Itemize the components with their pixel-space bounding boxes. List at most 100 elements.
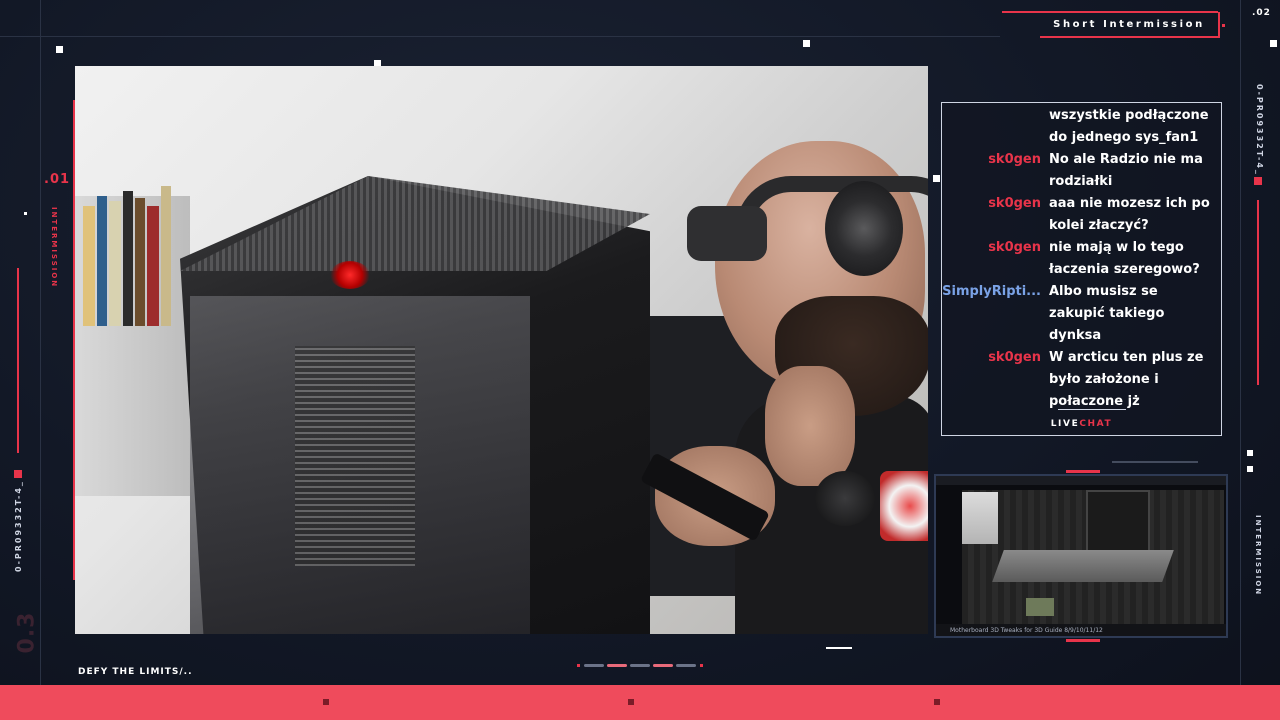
chat-message: wszystkie podłączone (942, 105, 1221, 126)
screen-capture-caption: Motherboard 3D Tweaks for 3D Guide 8/9/1… (950, 627, 1103, 634)
chat-messages: SimplyRipti...Ja mam 4 wiatrakiwszystkie… (942, 103, 1221, 413)
decor-dot (803, 40, 810, 47)
left-vertical-label: INTERMISSION (50, 207, 58, 289)
chat-message-text: było założone i (1049, 372, 1159, 387)
wristwatch (815, 471, 875, 526)
right-vertical-label: INTERMISSION (1254, 515, 1262, 597)
chat-message: SimplyRipti...Ja mam 4 wiatraki (942, 103, 1221, 104)
chat-message-text: nie mają w lo tego (1049, 240, 1184, 255)
intermission-title: Short Intermission (1040, 12, 1220, 38)
chat-message-text: W arcticu ten plus ze (1049, 350, 1204, 365)
chat-message-text: do jednego sys_fan1 (1049, 130, 1199, 145)
left-number: .01 (44, 172, 71, 187)
livechat-badge-live: LIVE (1050, 419, 1080, 429)
chat-username (942, 259, 1049, 280)
screen2-bottom-accent (1066, 639, 1100, 642)
decor-dot (1270, 40, 1277, 47)
bottom-bar-square (323, 699, 329, 705)
chat-message: rodziałki (942, 171, 1221, 192)
faint-number: 0.3 (14, 611, 40, 654)
chat-message-text: kolei złaczyć? (1049, 218, 1149, 233)
chat-message-text: No ale Radzio nie ma (1049, 152, 1203, 167)
webcam-video (75, 66, 928, 634)
shirt-print (880, 471, 928, 541)
bottom-accent-bar (0, 685, 1280, 720)
chat-username: sk0gen (988, 196, 1041, 211)
chat-message: łaczenia szeregowo? (942, 259, 1221, 280)
chat-message-text: łaczenia szeregowo? (1049, 262, 1200, 277)
right-red-accent (1257, 200, 1259, 385)
chat-username (942, 127, 1049, 148)
livechat-underline (1058, 409, 1126, 410)
bottom-indicator-dot (577, 664, 580, 667)
chat-username (942, 391, 1049, 412)
decor-red-dot (1254, 177, 1262, 185)
person-hand (765, 366, 855, 486)
chat-message-text: dynksa (1049, 328, 1102, 343)
book (147, 206, 159, 326)
title-dot (1222, 24, 1225, 27)
chat-message: do jednego sys_fan1 (942, 127, 1221, 148)
bottom-indicator-segment (653, 664, 673, 667)
chat-username (942, 105, 1049, 126)
left-code: 0-PR09332T-4_ (14, 480, 23, 572)
chat-message: kolei złaczyć? (942, 215, 1221, 236)
frame-line-top (0, 36, 1000, 37)
screen-capture-toolbar (936, 476, 1226, 485)
livechat-badge: LIVECHAT (942, 419, 1221, 429)
chat-message: dynksa (942, 325, 1221, 346)
book (123, 191, 133, 326)
headphone-right-pad (825, 181, 903, 276)
decor-red-dot (14, 470, 22, 478)
top-right-number: .02 (1252, 8, 1271, 18)
chat-message: zakupić takiego (942, 303, 1221, 324)
book (135, 198, 145, 326)
book (161, 186, 171, 326)
chat-username (942, 325, 1049, 346)
screen2-top-accent (1066, 470, 1100, 473)
chat-username: sk0gen (988, 152, 1041, 167)
decor-dot (24, 212, 27, 215)
pc-case-grill (295, 346, 415, 566)
chat-message-text: Albo musisz se (1049, 284, 1158, 299)
headphone-left-pad (687, 206, 767, 261)
bottom-indicator-segment (630, 664, 650, 667)
bottom-bar-square (628, 699, 634, 705)
chat-username (942, 215, 1049, 236)
chat-message-text: aaa nie mozesz ich po (1049, 196, 1210, 211)
book (109, 201, 121, 326)
bottom-bar-square (934, 699, 940, 705)
chat-message: sk0gen aaa nie mozesz ich po (942, 193, 1221, 214)
screen2-top-line (1112, 461, 1198, 463)
decor-dot (56, 46, 63, 53)
screen-capture: Motherboard 3D Tweaks for 3D Guide 8/9/1… (934, 474, 1228, 638)
chat-message-text: Ja mam 4 wiatraki (1049, 103, 1181, 104)
motherboard-chip (1026, 598, 1054, 616)
book (97, 196, 107, 326)
frame-line-left (40, 0, 41, 685)
chat-username: SimplyRipti... (942, 103, 1049, 104)
chat-message: sk0gen No ale Radzio nie ma (942, 149, 1221, 170)
chat-username: SimplyRipti... (942, 284, 1041, 299)
chat-username: sk0gen (988, 240, 1041, 255)
bookshelf (75, 186, 190, 496)
chat-username (942, 171, 1049, 192)
tagline: DEFY THE LIMITS/.. (78, 667, 193, 677)
motherboard-ram (962, 492, 998, 544)
bottom-indicator-segment (584, 664, 604, 667)
bottom-indicator-segment (607, 664, 627, 667)
chat-message: sk0gen nie mają w lo tego (942, 237, 1221, 258)
bottom-indicator-segment (676, 664, 696, 667)
chat-message-text: zakupić takiego (1049, 306, 1165, 321)
bottom-indicator-dot (700, 664, 703, 667)
chat-username (942, 303, 1049, 324)
chat-message: SimplyRipti... Albo musisz se (942, 281, 1221, 302)
bottom-white-dash (826, 647, 852, 649)
live-chat-panel: SimplyRipti...Ja mam 4 wiatrakiwszystkie… (941, 102, 1222, 436)
chat-message: sk0gen W arcticu ten plus ze (942, 347, 1221, 368)
right-code: 0-PR09332T-4_ (1255, 84, 1264, 176)
decor-dot (1247, 450, 1253, 456)
chat-username: sk0gen (988, 350, 1041, 365)
chat-message-text: rodziałki (1049, 174, 1113, 189)
chat-message: było założone i (942, 369, 1221, 390)
